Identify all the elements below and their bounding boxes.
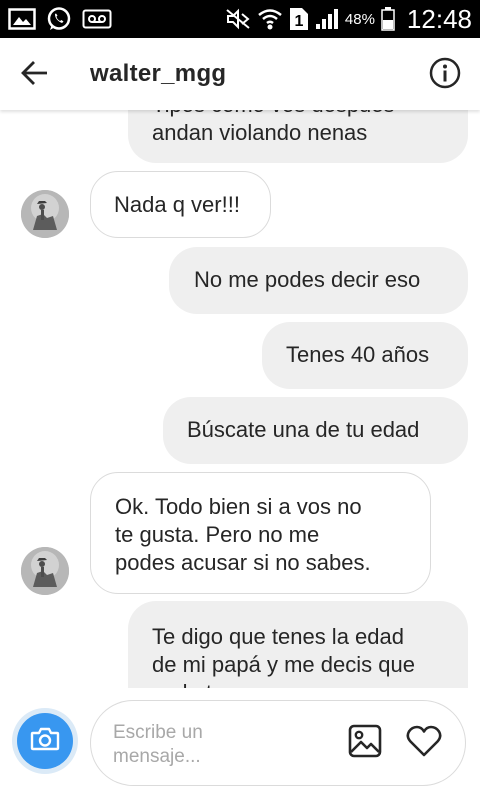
message-text: Búscate una de tu edad [187,417,420,442]
status-time: 12:48 [406,3,472,34]
message-outgoing[interactable]: No me podes decir eso [169,247,468,314]
message-line: no la tenes [152,679,260,688]
battery-icon [381,7,395,31]
message-outgoing[interactable]: Búscate una de tu edad [163,397,468,464]
wifi-icon [257,7,283,31]
message-text: andan violando nenas [152,120,368,145]
message-text: Tenes 40 años [286,342,430,367]
arrow-left-icon [21,60,49,91]
message-outgoing[interactable]: Te digo que tenes la edad de mi papá y m… [128,601,468,688]
message-outgoing[interactable]: Tipos como vos después andan violando ne… [128,110,468,163]
image-icon [8,8,36,30]
message-line: Te digo que tenes la edad [152,624,404,649]
heart-icon [406,725,442,762]
signal-icon [315,8,339,30]
info-button[interactable] [428,57,462,94]
like-button[interactable] [405,725,443,761]
camera-button[interactable] [12,708,78,774]
message-incoming[interactable]: Nada q ver!!! [90,171,271,238]
message-line: te gusta. Pero no me [115,522,320,547]
avatar-photo [21,190,69,238]
message-composer: Escribe un mensaje... [0,688,480,800]
status-bar: 1 48% 12:48 [0,0,480,38]
avatar-photo [21,547,69,595]
message-line: podes acusar si no sabes. [115,550,371,575]
message-input[interactable]: Escribe un mensaje... [90,700,466,786]
gallery-button[interactable] [347,724,383,763]
message-incoming[interactable]: Ok. Todo bien si a vos no te gusta. Pero… [90,472,431,594]
info-icon [429,57,461,94]
whatsapp-icon [46,6,72,32]
avatar[interactable] [21,547,69,595]
message-text: No me podes decir eso [194,267,421,292]
message-outgoing[interactable]: Tenes 40 años [262,322,468,389]
message-line: de mi papá y me decis que [152,652,415,677]
voicemail-icon [82,9,112,29]
message-line: Ok. Todo bien si a vos no [115,494,362,519]
back-button[interactable] [20,60,50,90]
sim-label: 1 [294,13,303,30]
message-list[interactable]: Tipos como vos después andan violando ne… [0,110,480,688]
mute-icon [225,8,251,30]
message-text: Nada q ver!!! [114,192,240,217]
avatar[interactable] [21,190,69,238]
battery-percent: 48% [344,10,375,28]
gallery-icon [348,724,382,763]
sim-icon: 1 [289,7,309,31]
chat-header: walter_mgg [0,38,480,110]
message-text-partial: Tipos como vos después [152,110,395,119]
camera-icon [30,726,60,757]
conversation-title[interactable]: walter_mgg [90,60,226,88]
message-input-placeholder: Escribe un mensaje... [113,722,203,767]
